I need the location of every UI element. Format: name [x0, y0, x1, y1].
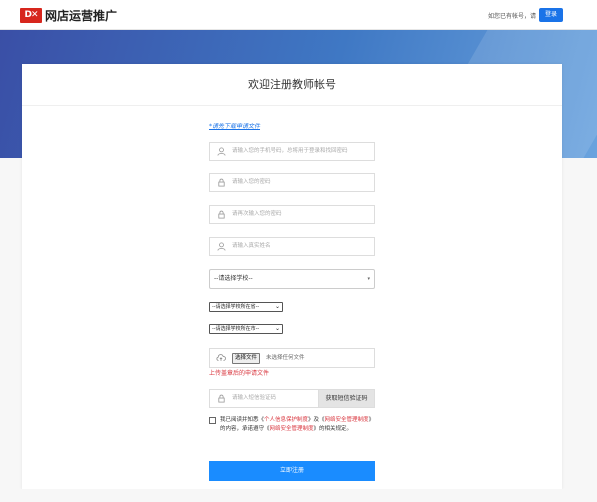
- logo-text: 网店运营推广: [45, 8, 118, 23]
- sms-code-field[interactable]: 请输入短信验证码: [209, 389, 319, 408]
- chevron-down-icon: ▾: [367, 276, 370, 282]
- phone-placeholder: 请输入您的手机号码，总将用于登录和找回密码: [232, 148, 348, 154]
- city-select[interactable]: --请选择学校所在市-- ⌄: [209, 324, 283, 334]
- file-upload-field: 选择文件 未选择任何文件: [209, 348, 375, 368]
- agreement-mid-1: 》及《: [308, 417, 325, 423]
- password-confirm-placeholder: 请再次输入您的密码: [232, 211, 282, 217]
- login-area: 如您已有帐号，请 登录: [488, 8, 563, 22]
- user-icon: [217, 242, 226, 251]
- login-button[interactable]: 登录: [539, 8, 563, 22]
- user-icon: [217, 147, 226, 156]
- password-field[interactable]: 请输入您的密码: [209, 173, 375, 192]
- top-navigation-bar: D✕ 网店运营推广 如您已有帐号，请 登录: [0, 0, 597, 30]
- upload-tip: 上传盖章后的申请文件: [209, 370, 270, 377]
- cloud-upload-icon: [216, 353, 226, 365]
- agreement-checkbox[interactable]: [209, 417, 216, 424]
- agreement-suffix: 》的相关规定。: [313, 426, 353, 432]
- register-button[interactable]: 立即注册: [209, 461, 375, 481]
- agreement-prefix: 我已阅读并知悉《: [220, 417, 265, 423]
- lock-icon: [217, 210, 226, 219]
- sms-code-placeholder: 请输入短信验证码: [232, 395, 277, 401]
- file-status: 未选择任何文件: [266, 355, 305, 361]
- province-select-value: --请选择学校所在省--: [212, 304, 260, 310]
- security-policy-link[interactable]: 网络安全管理制度: [325, 417, 369, 423]
- password-confirm-field[interactable]: 请再次输入您的密码: [209, 205, 375, 224]
- school-select[interactable]: --请选择学校-- ▾: [209, 269, 375, 289]
- download-application-link[interactable]: *请先下载申请文件: [209, 121, 260, 130]
- real-name-placeholder: 请输入真实姓名: [232, 243, 271, 249]
- choose-file-button[interactable]: 选择文件: [232, 353, 261, 364]
- login-hint: 如您已有帐号，请: [487, 12, 536, 20]
- school-select-value: --请选择学校--: [214, 275, 253, 282]
- real-name-field[interactable]: 请输入真实姓名: [209, 237, 375, 256]
- logo-mark: D✕: [20, 7, 42, 23]
- registration-card: 欢迎注册教师帐号 *请先下载申请文件 请输入您的手机号码，总将用于登录和找回密码…: [22, 64, 562, 489]
- agreement-text: 我已阅读并知悉《个人信息保护制度》及《网络安全管理制度》的内容，承诺遵守《网络安…: [209, 416, 375, 434]
- phone-field[interactable]: 请输入您的手机号码，总将用于登录和找回密码: [209, 142, 375, 161]
- password-placeholder: 请输入您的密码: [232, 179, 271, 185]
- city-select-value: --请选择学校所在市--: [212, 326, 260, 332]
- chevron-down-icon: ⌄: [274, 325, 280, 332]
- chevron-down-icon: ⌄: [274, 303, 280, 310]
- site-logo[interactable]: D✕ 网店运营推广: [20, 7, 117, 23]
- privacy-policy-link[interactable]: 个人信息保护制度: [264, 417, 308, 423]
- page-title: 欢迎注册教师帐号: [22, 64, 562, 106]
- province-select[interactable]: --请选择学校所在省-- ⌄: [209, 302, 283, 312]
- page-bottom: [0, 489, 597, 502]
- get-sms-code-button[interactable]: 获取短信验证码: [318, 389, 375, 408]
- lock-icon: [217, 394, 226, 405]
- agreement: 我已阅读并知悉《个人信息保护制度》及《网络安全管理制度》的内容，承诺遵守《网络安…: [209, 416, 375, 434]
- lock-icon: [217, 178, 226, 187]
- security-policy-link-2[interactable]: 网络安全管理制度: [270, 426, 314, 432]
